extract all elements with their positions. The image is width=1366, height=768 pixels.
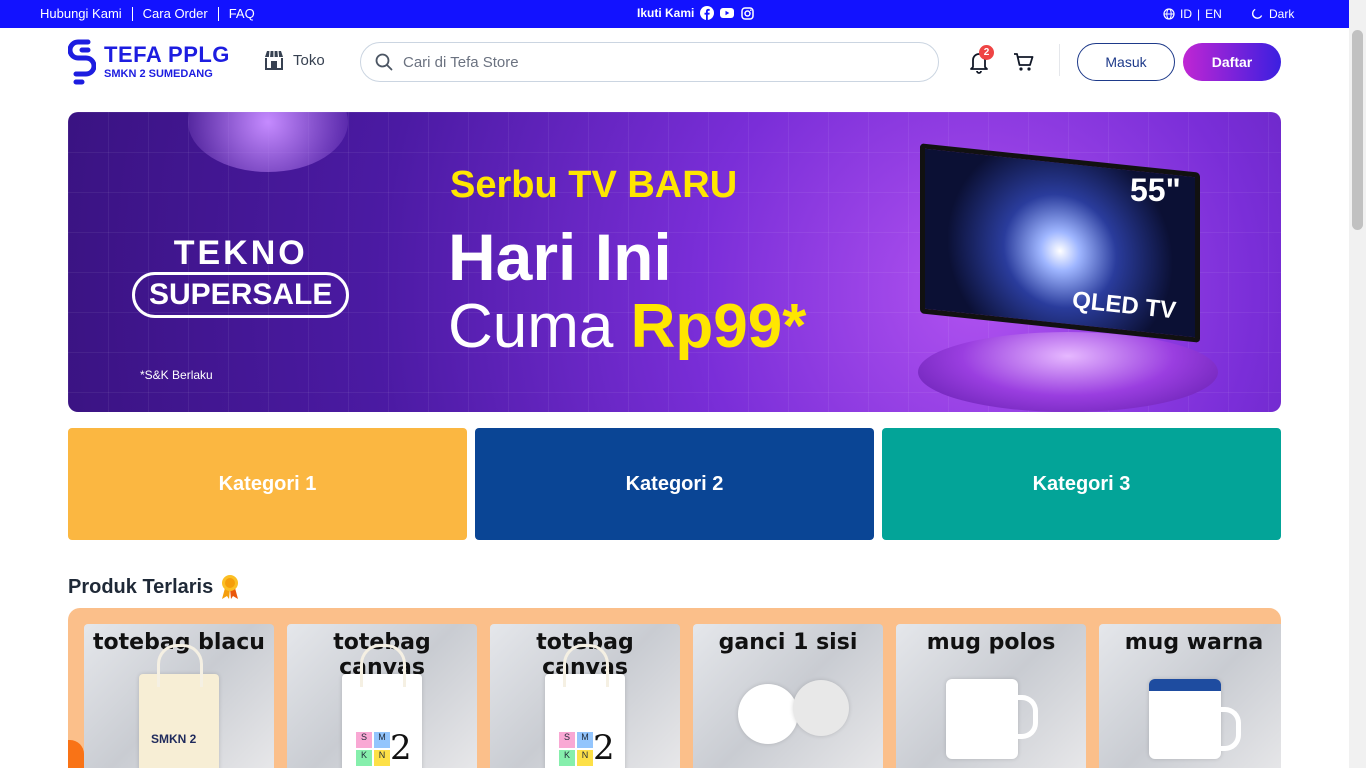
store-label: Toko — [293, 51, 325, 69]
product-list: totebag blacu SMKN 2 totebag canvas SMKN… — [84, 624, 1281, 768]
category-card-1[interactable]: Kategori 1 — [68, 428, 467, 540]
notification-badge: 2 — [979, 45, 994, 60]
dark-label: Dark — [1269, 7, 1295, 21]
moon-icon — [1252, 8, 1263, 19]
price-prefix: Cuma — [448, 292, 631, 361]
search-icon — [375, 53, 393, 71]
category-card-3[interactable]: Kategori 3 — [882, 428, 1281, 540]
search-input[interactable] — [403, 53, 883, 71]
banner-line-2: Cuma Rp99* — [448, 292, 806, 362]
banner-headline: Serbu TV BARU — [450, 164, 738, 206]
lang-en[interactable]: EN — [1205, 7, 1222, 21]
panel-accent — [68, 740, 84, 768]
product-image — [946, 679, 1038, 759]
scrollbar-thumb[interactable] — [1352, 30, 1363, 230]
smkn-logo-print: SMKN — [356, 732, 390, 766]
product-card[interactable]: ganci 1 sisi — [693, 624, 883, 768]
product-card[interactable]: mug warna — [1099, 624, 1281, 768]
top-bar: Hubungi Kami Cara Order FAQ Ikuti Kami I… — [0, 0, 1349, 28]
follow-us: Ikuti Kami — [637, 6, 754, 20]
product-card[interactable]: totebag blacu SMKN 2 — [84, 624, 274, 768]
store-icon — [265, 50, 283, 70]
product-card[interactable]: totebag canvas SMKN 2 — [490, 624, 680, 768]
page-scrollbar[interactable] — [1349, 0, 1366, 768]
product-image — [1149, 679, 1241, 759]
award-ribbon-icon — [222, 575, 239, 599]
product-image: SMKN 2 — [342, 644, 422, 768]
product-card[interactable]: mug polos — [896, 624, 1086, 768]
banner-price: Rp99* — [630, 292, 807, 361]
best-seller-panel: totebag blacu SMKN 2 totebag canvas SMKN… — [68, 608, 1281, 768]
header-divider — [1059, 44, 1060, 76]
follow-label: Ikuti Kami — [637, 6, 695, 20]
faq-link[interactable]: FAQ — [229, 6, 255, 21]
product-name: mug warna — [1124, 630, 1264, 655]
how-to-order-link[interactable]: Cara Order — [143, 6, 208, 21]
logo-number: 2 — [593, 728, 615, 768]
cart-icon[interactable] — [1012, 50, 1036, 74]
register-button[interactable]: Daftar — [1183, 43, 1281, 81]
youtube-icon[interactable] — [720, 6, 735, 20]
category-card-2[interactable]: Kategori 2 — [475, 428, 874, 540]
promo-banner[interactable]: TEKNO SUPERSALE *S&K Berlaku Serbu TV BA… — [68, 112, 1281, 412]
site-logo[interactable]: TEFA PPLG SMKN 2 SUMEDANG — [68, 38, 230, 86]
login-button[interactable]: Masuk — [1077, 43, 1175, 81]
divider — [217, 6, 219, 21]
product-card[interactable]: totebag canvas SMKN 2 — [287, 624, 477, 768]
logo-title: TEFA PPLG — [104, 42, 230, 67]
logo-subtitle: SMKN 2 SUMEDANG — [104, 68, 213, 80]
product-name: mug polos — [926, 630, 1056, 655]
product-name: ganci 1 sisi — [718, 630, 858, 655]
language-switch[interactable]: ID | EN — [1163, 7, 1222, 21]
contact-link[interactable]: Hubungi Kami — [40, 6, 122, 21]
globe-icon — [1163, 8, 1175, 20]
logo-number: 2 — [390, 728, 412, 768]
store-link[interactable]: Toko — [263, 50, 325, 70]
banner-line-1: Hari Ini — [448, 220, 672, 294]
best-seller-heading: Produk Terlaris — [68, 574, 241, 600]
product-image: SMKN 2 — [139, 644, 219, 768]
tv-size-label: 55" — [1130, 172, 1181, 208]
facebook-icon[interactable] — [700, 6, 715, 20]
lang-separator: | — [1197, 7, 1201, 21]
search-bar[interactable] — [360, 42, 939, 82]
product-image-back — [793, 680, 849, 736]
tv-podium — [918, 332, 1218, 412]
category-list: Kategori 1 Kategori 2 Kategori 3 — [68, 428, 1281, 540]
instagram-icon[interactable] — [740, 6, 754, 20]
section-title: Produk Terlaris — [68, 575, 214, 598]
tekno-supersale-logo: TEKNO SUPERSALE — [132, 234, 350, 318]
terms-note: *S&K Berlaku — [140, 368, 213, 382]
divider — [131, 6, 133, 21]
smkn-logo-print: SMKN — [559, 732, 593, 766]
tefa-logo-icon — [68, 39, 96, 85]
dark-mode-toggle[interactable]: Dark — [1251, 7, 1294, 21]
lang-id[interactable]: ID — [1180, 7, 1192, 21]
top-links: Hubungi Kami Cara Order FAQ — [40, 6, 255, 21]
brand-line-2: SUPERSALE — [132, 272, 350, 318]
main-header: TEFA PPLG SMKN 2 SUMEDANG Toko 2 Masuk D… — [0, 28, 1349, 96]
product-image: SMKN 2 — [545, 644, 625, 768]
product-print: SMKN 2 — [151, 732, 197, 746]
product-image — [738, 684, 798, 744]
brand-line-1: TEKNO — [173, 234, 308, 272]
